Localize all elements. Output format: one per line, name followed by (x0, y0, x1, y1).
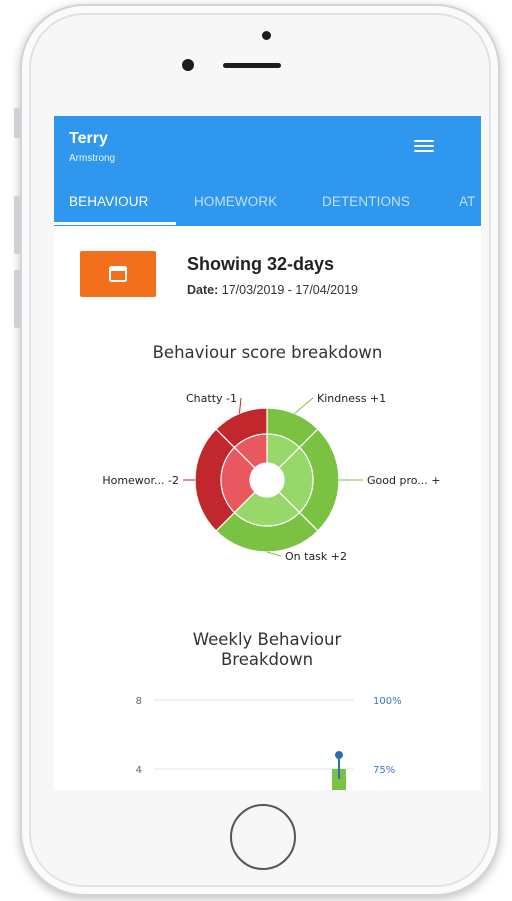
pie-label-connector (266, 551, 282, 557)
pie-slice-label: Good pro... + (367, 474, 440, 487)
tab-bar: BEHAVIOUR HOMEWORK DETENTIONS AT (54, 190, 481, 226)
hamburger-menu-icon[interactable] (414, 140, 434, 154)
y-tick-right: 100% (373, 696, 402, 707)
date-label: Date: (187, 283, 219, 297)
pie-slice-label: Chatty -1 (186, 392, 237, 405)
date-range-text: Date: 17/03/2019 - 17/04/2019 (187, 283, 358, 297)
date-range-button[interactable] (80, 251, 156, 297)
active-tab-indicator (54, 222, 176, 225)
pie-slice-label: On task +2 (285, 550, 347, 563)
pie-label-connector (238, 397, 242, 414)
home-button[interactable] (230, 804, 296, 870)
student-last-name: Armstrong (69, 153, 116, 164)
volume-down-button (14, 270, 20, 328)
behaviour-chart-title: Behaviour score breakdown (152, 343, 383, 362)
tab-detentions[interactable]: DETENTIONS (322, 194, 410, 209)
weekly-bar-chart: 8 100% 4 75% (136, 696, 402, 790)
front-camera (182, 59, 194, 71)
date-range-value: 17/03/2019 - 17/04/2019 (221, 283, 358, 297)
y-tick-left: 8 (136, 696, 142, 707)
behaviour-pie-chart: Kindness +1 Good pro... + On task +2 Homewo… (102, 392, 440, 563)
pie-slice-label: Kindness +1 (317, 392, 386, 405)
silent-switch (14, 108, 20, 138)
tab-behaviour[interactable]: BEHAVIOUR (69, 194, 148, 209)
app-bar: Terry Armstrong BEHAVIOUR HOMEWORK DETEN… (54, 116, 481, 226)
weekly-chart-title: Weekly Behaviour Breakdown (192, 630, 342, 669)
tab-attendance[interactable]: AT (459, 194, 475, 209)
y-tick-left: 4 (136, 765, 142, 776)
calendar-icon (109, 266, 127, 282)
student-first-name: Terry (69, 130, 108, 147)
weekly-marker-dot[interactable] (335, 751, 343, 759)
app-screen: Terry Armstrong BEHAVIOUR HOMEWORK DETEN… (54, 116, 481, 790)
volume-up-button (14, 196, 20, 254)
pie-slice-label: Homewor... -2 (102, 474, 179, 487)
tab-homework[interactable]: HOMEWORK (194, 194, 277, 209)
y-tick-right: 75% (373, 765, 395, 776)
proximity-sensor (262, 31, 271, 40)
showing-days-heading: Showing 32-days (187, 254, 335, 274)
earpiece-speaker (223, 63, 281, 68)
pie-label-connector (294, 397, 314, 414)
